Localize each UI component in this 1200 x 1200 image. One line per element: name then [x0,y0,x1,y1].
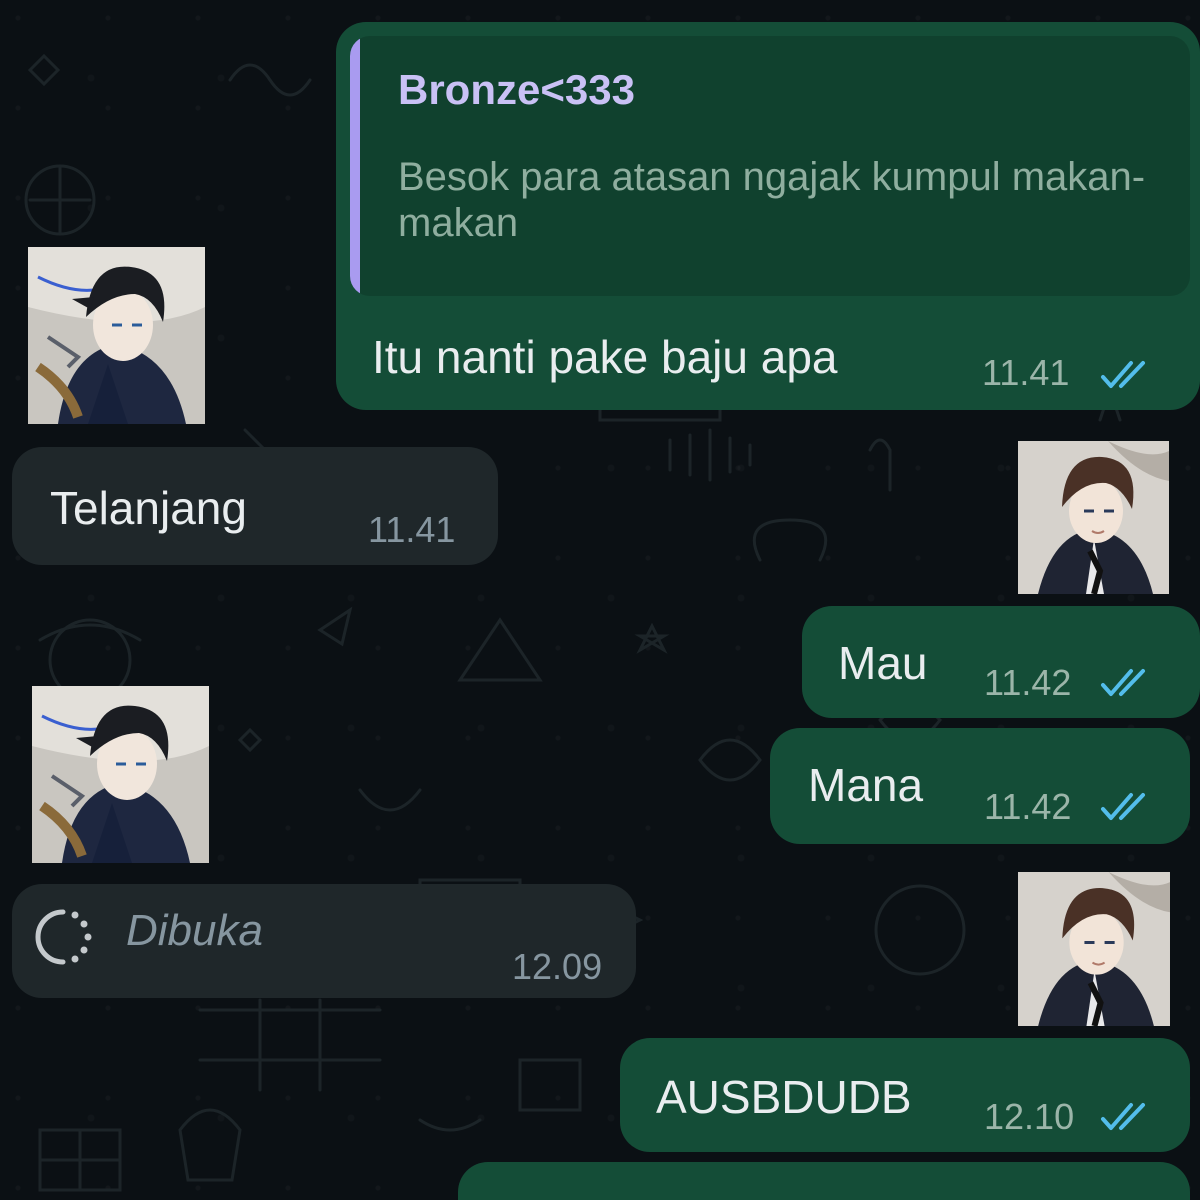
message-text: Mana [808,759,924,811]
brown-haired-anime-avatar [1018,441,1169,594]
dark-haired-anime-avatar [32,686,209,863]
message-bubble-outgoing[interactable]: Bronze<333 Besok para atasan ngajak kump… [336,22,1200,410]
message-text: Mau [838,637,928,689]
double-check-icon [1101,793,1145,820]
message-time: 12.10 [984,1096,1075,1137]
double-check-icon [1101,1103,1145,1130]
message-bubble-incoming[interactable]: Telanjang 11.41 [12,447,498,565]
message-time: 12.09 [512,946,603,987]
avatar[interactable] [28,247,205,424]
quoted-reply[interactable]: Bronze<333 Besok para atasan ngajak kump… [350,36,1190,296]
message-bubble-outgoing[interactable]: Mana 11.42 [770,728,1190,844]
message-bubble-outgoing[interactable]: AUSBDUDB 12.10 [620,1038,1190,1152]
message-text: Itu nanti pake baju apa [372,331,838,383]
message-bubble-outgoing[interactable]: Mau 11.42 [802,606,1200,718]
avatar[interactable] [32,686,209,863]
message-time: 11.41 [368,509,456,550]
message-bubble-outgoing-partial[interactable] [458,1162,1190,1200]
double-check-icon [1101,361,1145,388]
message-time: 11.41 [982,352,1070,393]
quote-accent-bar [350,36,360,296]
message-text: Dibuka [126,906,263,955]
message-time: 11.42 [984,662,1072,703]
avatar[interactable] [1018,441,1169,594]
chat-area[interactable]: Bronze<333 Besok para atasan ngajak kump… [0,0,1200,1200]
loading-spinner-icon [35,909,92,965]
message-time: 11.42 [984,786,1072,827]
quoted-author: Bronze<333 [398,66,635,113]
message-text: Telanjang [50,482,247,534]
message-bubble-incoming[interactable]: Dibuka 12.09 [12,884,636,998]
quoted-text: Besok para atasan ngajak kumpul makan-ma… [398,155,1146,245]
brown-haired-anime-avatar [1018,872,1170,1026]
double-check-icon [1101,669,1145,696]
avatar[interactable] [1018,872,1170,1026]
dark-haired-anime-avatar [28,247,205,424]
message-text: AUSBDUDB [656,1071,912,1123]
